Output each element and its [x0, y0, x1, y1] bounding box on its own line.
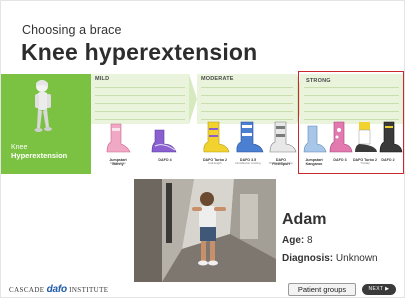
patient-name: Adam	[282, 211, 327, 228]
criteria-line	[201, 111, 293, 112]
criteria-line	[95, 103, 185, 104]
criteria-line	[95, 119, 185, 120]
patient-age: Age: 8	[282, 235, 313, 246]
diagnosis-value: Unknown	[335, 253, 378, 264]
brace-image-turbo2-moderate[interactable]	[199, 120, 231, 156]
criteria-line	[201, 95, 293, 96]
criteria-line	[201, 87, 293, 88]
brace-image-dafo4[interactable]	[149, 126, 179, 156]
brace-subtitle: Full-length	[208, 161, 222, 165]
brace-image-flexisport[interactable]	[265, 120, 297, 156]
condition-panel: Knee Hyperextension	[1, 74, 91, 174]
next-button[interactable]: NEXT ▶	[362, 284, 396, 295]
app-window: Choosing a brace Knee hyperextension Kne…	[0, 0, 405, 298]
age-label: Age:	[282, 235, 305, 246]
brace-subtitle: Plantarflexion Stop	[269, 161, 293, 165]
age-value: 8	[307, 235, 313, 246]
column-moderate: MODERATE DAFO Turbo 2 Full-length DAFO 3…	[197, 74, 297, 174]
criteria-line	[95, 87, 185, 88]
patient-video[interactable]	[134, 179, 276, 282]
video-frame-image	[134, 179, 276, 282]
brace-subtitle: Flexible Flap	[110, 161, 126, 165]
condition-label: Knee Hyperextension	[11, 144, 67, 160]
brace-image-dafo35[interactable]	[232, 120, 264, 156]
logo-suffix: INSTITUTE	[69, 286, 109, 294]
criteria-line	[201, 103, 293, 104]
cascade-dafo-logo: CASCADE dafo INSTITUTE	[9, 284, 108, 295]
child-figure-icon	[34, 80, 52, 132]
criteria-line	[95, 95, 185, 96]
patient-groups-button[interactable]: Patient groups	[288, 283, 356, 296]
column-mild: MILD Jumpstart Bunny Flexible Flap DAFO …	[91, 74, 189, 174]
page-subtitle: Choosing a brace	[22, 23, 122, 37]
page-title: Knee hyperextension	[21, 39, 258, 65]
condition-label-line2: Hyperextension	[11, 151, 68, 160]
logo-prefix: CASCADE	[9, 286, 45, 294]
brace-subtitle: Dorsiflexion Limiting	[235, 161, 261, 165]
diagnosis-label: Diagnosis:	[282, 253, 334, 264]
highlight-box-strong	[298, 71, 404, 174]
brace-name: DAFO 4	[158, 158, 172, 162]
criteria-line	[95, 111, 185, 112]
brace-image-bunny[interactable]	[103, 122, 133, 156]
logo-brand: dafo	[46, 284, 68, 295]
column-heading: MILD	[95, 76, 110, 82]
column-chevron	[189, 74, 197, 124]
column-heading: MODERATE	[201, 76, 234, 82]
patient-diagnosis: Diagnosis: Unknown	[282, 253, 378, 264]
